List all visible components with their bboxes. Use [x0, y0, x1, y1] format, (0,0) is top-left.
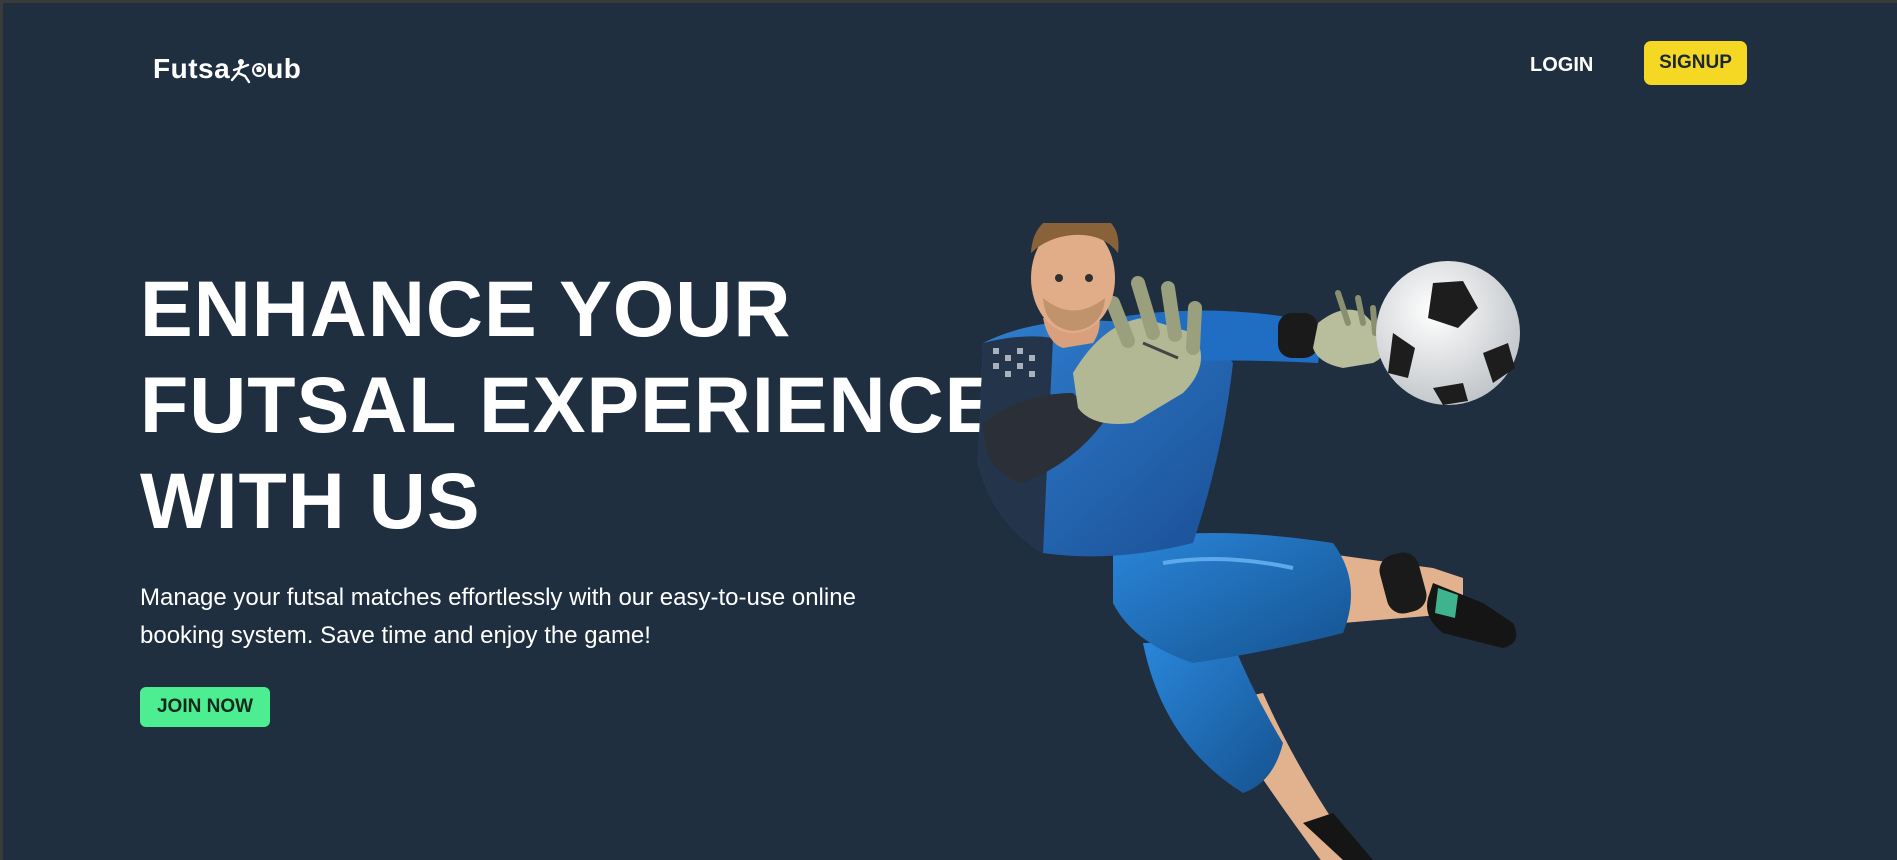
- hero-title-line: WITH US: [140, 456, 481, 545]
- hero-subtitle-line: booking system. Save time and enjoy the …: [140, 622, 651, 649]
- logo-text-left: Futsa: [153, 53, 231, 84]
- hero-subtitle: Manage your futsal matches effortlessly …: [140, 579, 1000, 655]
- hero-title-line: FUTSAL EXPERIENCE: [140, 360, 999, 449]
- futsalhub-logo[interactable]: Futsa ub: [153, 51, 301, 87]
- signup-button[interactable]: SIGNUP: [1644, 41, 1747, 85]
- hero-title-line: ENHANCE YOUR: [140, 264, 792, 353]
- goalkeeper-illustration: [963, 211, 1603, 860]
- hero-subtitle-line: Manage your futsal matches effortlessly …: [140, 584, 856, 611]
- hero-title: ENHANCE YOUR FUTSAL EXPERIENCE WITH US: [140, 261, 1000, 549]
- landing-page: Futsa ub LOGIN SIGNUP ENHANCE YOUR FUTSA…: [3, 3, 1897, 860]
- login-button[interactable]: LOGIN: [1530, 47, 1593, 83]
- player-kick-icon: [228, 54, 268, 84]
- join-now-button[interactable]: JOIN NOW: [140, 687, 270, 727]
- logo-text-right: ub: [266, 53, 302, 84]
